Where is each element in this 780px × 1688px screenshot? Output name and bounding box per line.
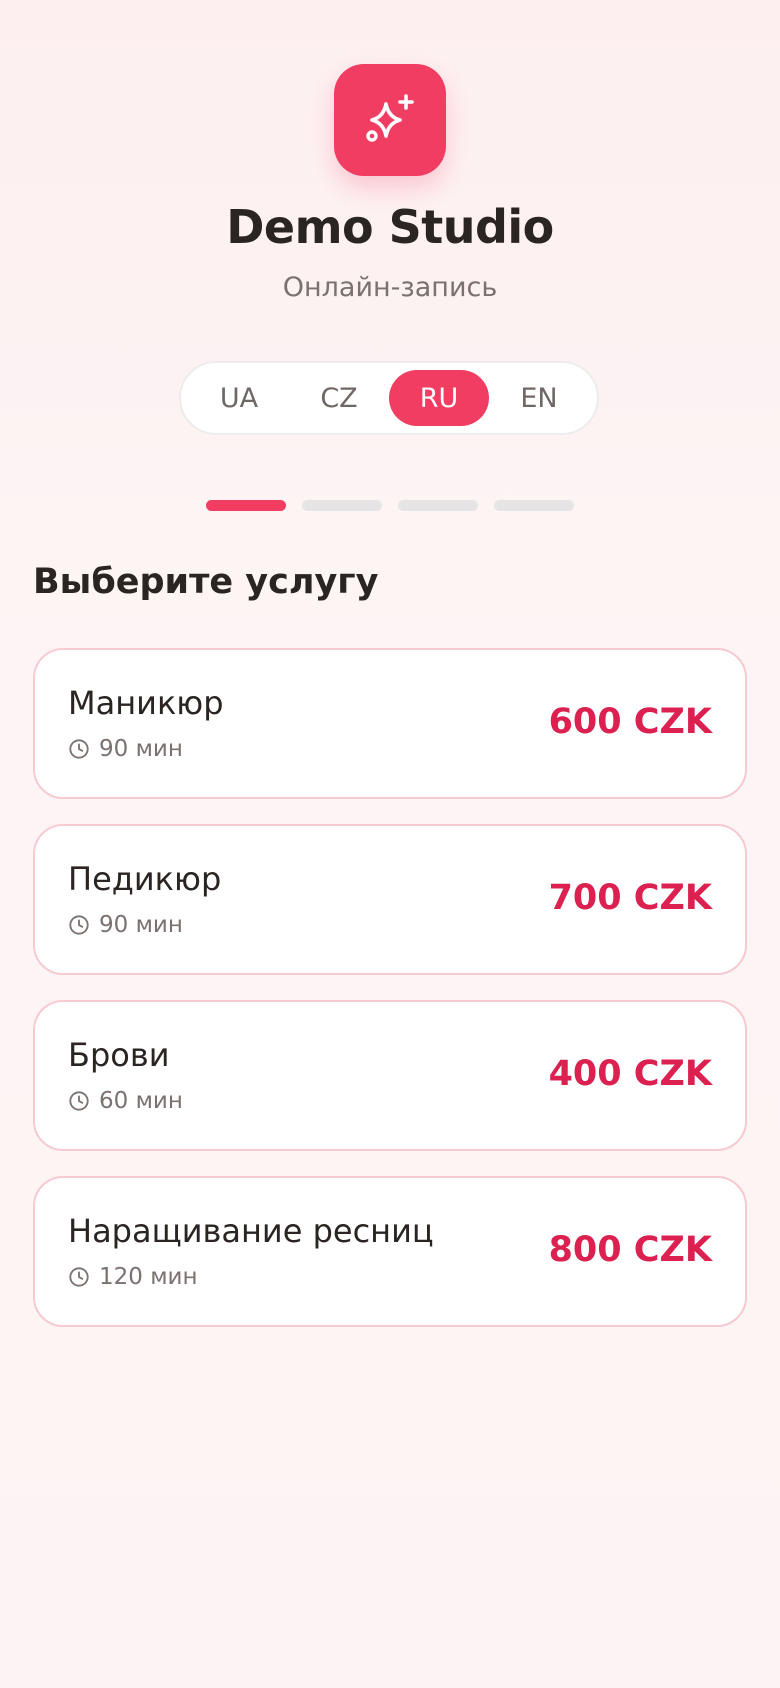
lang-button-ru[interactable]: RU — [389, 370, 489, 426]
lang-button-en[interactable]: EN — [489, 370, 589, 426]
service-duration: 60 мин — [68, 1088, 183, 1114]
service-price: 800 CZK — [548, 1230, 712, 1270]
service-name: Маникюр — [68, 684, 224, 722]
service-list: Маникюр 90 мин 600 CZK Педикюр 90 мин 70… — [33, 648, 747, 1352]
service-price: 700 CZK — [548, 878, 712, 918]
clock-icon — [69, 1267, 89, 1287]
duration-text: 60 мин — [99, 1088, 183, 1114]
duration-text: 120 мин — [99, 1264, 198, 1290]
service-card-brows[interactable]: Брови 60 мин 400 CZK — [33, 1000, 747, 1151]
step-indicator-4 — [494, 500, 574, 511]
clock-icon — [69, 915, 89, 935]
step-indicator-3 — [398, 500, 478, 511]
service-price: 600 CZK — [548, 702, 712, 742]
section-title: Выберите услугу — [33, 562, 379, 602]
clock-icon — [69, 739, 89, 759]
duration-text: 90 мин — [99, 912, 183, 938]
page-title: Demo Studio — [226, 200, 554, 254]
service-name: Брови — [68, 1036, 170, 1074]
app-logo — [334, 64, 446, 176]
lang-button-ua[interactable]: UA — [189, 370, 289, 426]
service-duration: 120 мин — [68, 1264, 198, 1290]
step-indicator-1 — [206, 500, 286, 511]
service-name: Наращивание ресниц — [68, 1212, 434, 1250]
service-price: 400 CZK — [548, 1054, 712, 1094]
service-duration: 90 мин — [68, 912, 183, 938]
service-card-pedicure[interactable]: Педикюр 90 мин 700 CZK — [33, 824, 747, 975]
lang-button-cz[interactable]: CZ — [289, 370, 389, 426]
step-indicator-2 — [302, 500, 382, 511]
clock-icon — [69, 1091, 89, 1111]
page-subtitle: Онлайн-запись — [282, 272, 498, 303]
service-card-manicure[interactable]: Маникюр 90 мин 600 CZK — [33, 648, 747, 799]
step-progress — [206, 500, 574, 511]
service-name: Педикюр — [68, 860, 222, 898]
service-card-lash-extension[interactable]: Наращивание ресниц 120 мин 800 CZK — [33, 1176, 747, 1327]
service-duration: 90 мин — [68, 736, 183, 762]
language-switcher: UA CZ RU EN — [179, 361, 599, 435]
sparkles-icon — [366, 94, 414, 142]
duration-text: 90 мин — [99, 736, 183, 762]
